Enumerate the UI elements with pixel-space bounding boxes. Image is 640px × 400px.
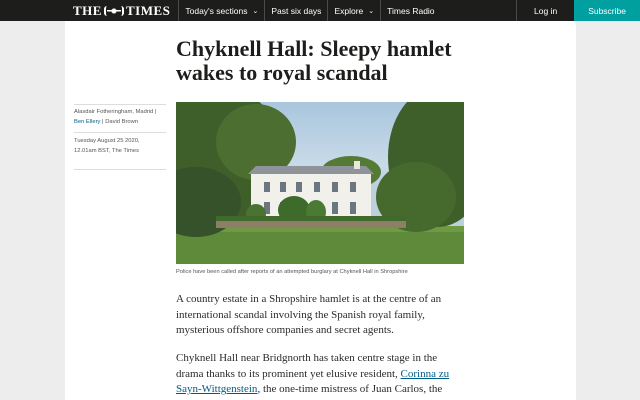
article-byline: Alasdair Fotheringham, Madrid | Ben Elle… <box>74 104 166 170</box>
todays-sections-menu[interactable]: Today's sections ⌄ <box>178 0 264 21</box>
brand-word-the: THE <box>73 2 102 18</box>
the-times-logo[interactable]: THE TIMES <box>0 0 178 21</box>
subscribe-button[interactable]: Subscribe <box>574 0 640 21</box>
image-caption: Police have been called after reports of… <box>176 269 408 275</box>
article-headline: Chyknell Hall: Sleepy hamlet wakes to ro… <box>176 36 452 85</box>
publish-time-source: 12.01am BST, The Times <box>74 148 139 154</box>
brand-word-times: TIMES <box>125 2 171 18</box>
chevron-down-icon: ⌄ <box>368 7 375 15</box>
publish-date: Tuesday August 25 2020, <box>74 138 140 144</box>
times-radio-link[interactable]: Times Radio <box>380 0 440 21</box>
author-alasdair-fotheringham: Alasdair Fotheringham, Madrid | <box>74 109 157 115</box>
byline-separator: | <box>102 119 104 125</box>
times-radio-label: Times Radio <box>387 5 435 16</box>
top-navigation-bar: THE TIMES Today's sections ⌄ Past six da… <box>0 0 640 21</box>
article-panel: Chyknell Hall: Sleepy hamlet wakes to ro… <box>65 21 576 400</box>
byline-authors: Alasdair Fotheringham, Madrid | Ben Elle… <box>74 107 166 127</box>
byline-bottom-divider <box>74 169 166 170</box>
chevron-down-icon: ⌄ <box>252 7 259 15</box>
todays-sections-label: Today's sections <box>185 5 248 16</box>
article-paragraph-2: Chyknell Hall near Bridgnorth has taken … <box>176 351 466 400</box>
royal-crest-icon <box>103 5 124 16</box>
login-label: Log in <box>534 5 558 16</box>
explore-menu[interactable]: Explore ⌄ <box>327 0 380 21</box>
subscribe-label: Subscribe <box>588 5 626 16</box>
explore-label: Explore <box>334 5 364 16</box>
past-six-days-label: Past six days <box>271 5 322 16</box>
author-link-ben-ellery[interactable]: Ben Ellery <box>74 119 100 125</box>
byline-top-divider <box>74 104 166 105</box>
article-date: Tuesday August 25 2020, 12.01am BST, The… <box>74 136 166 156</box>
author-david-brown: David Brown <box>105 119 139 125</box>
article-photo-chyknell-hall <box>176 102 464 264</box>
article-paragraph-1: A country estate in a Shropshire hamlet … <box>176 293 442 337</box>
past-six-days-link[interactable]: Past six days <box>264 0 327 21</box>
paragraph-2-text-start: Chyknell Hall near Bridgnorth has taken … <box>176 352 438 380</box>
login-button[interactable]: Log in <box>516 0 574 21</box>
byline-middle-divider <box>74 132 166 133</box>
chyknell-hall-illustration <box>176 102 464 264</box>
